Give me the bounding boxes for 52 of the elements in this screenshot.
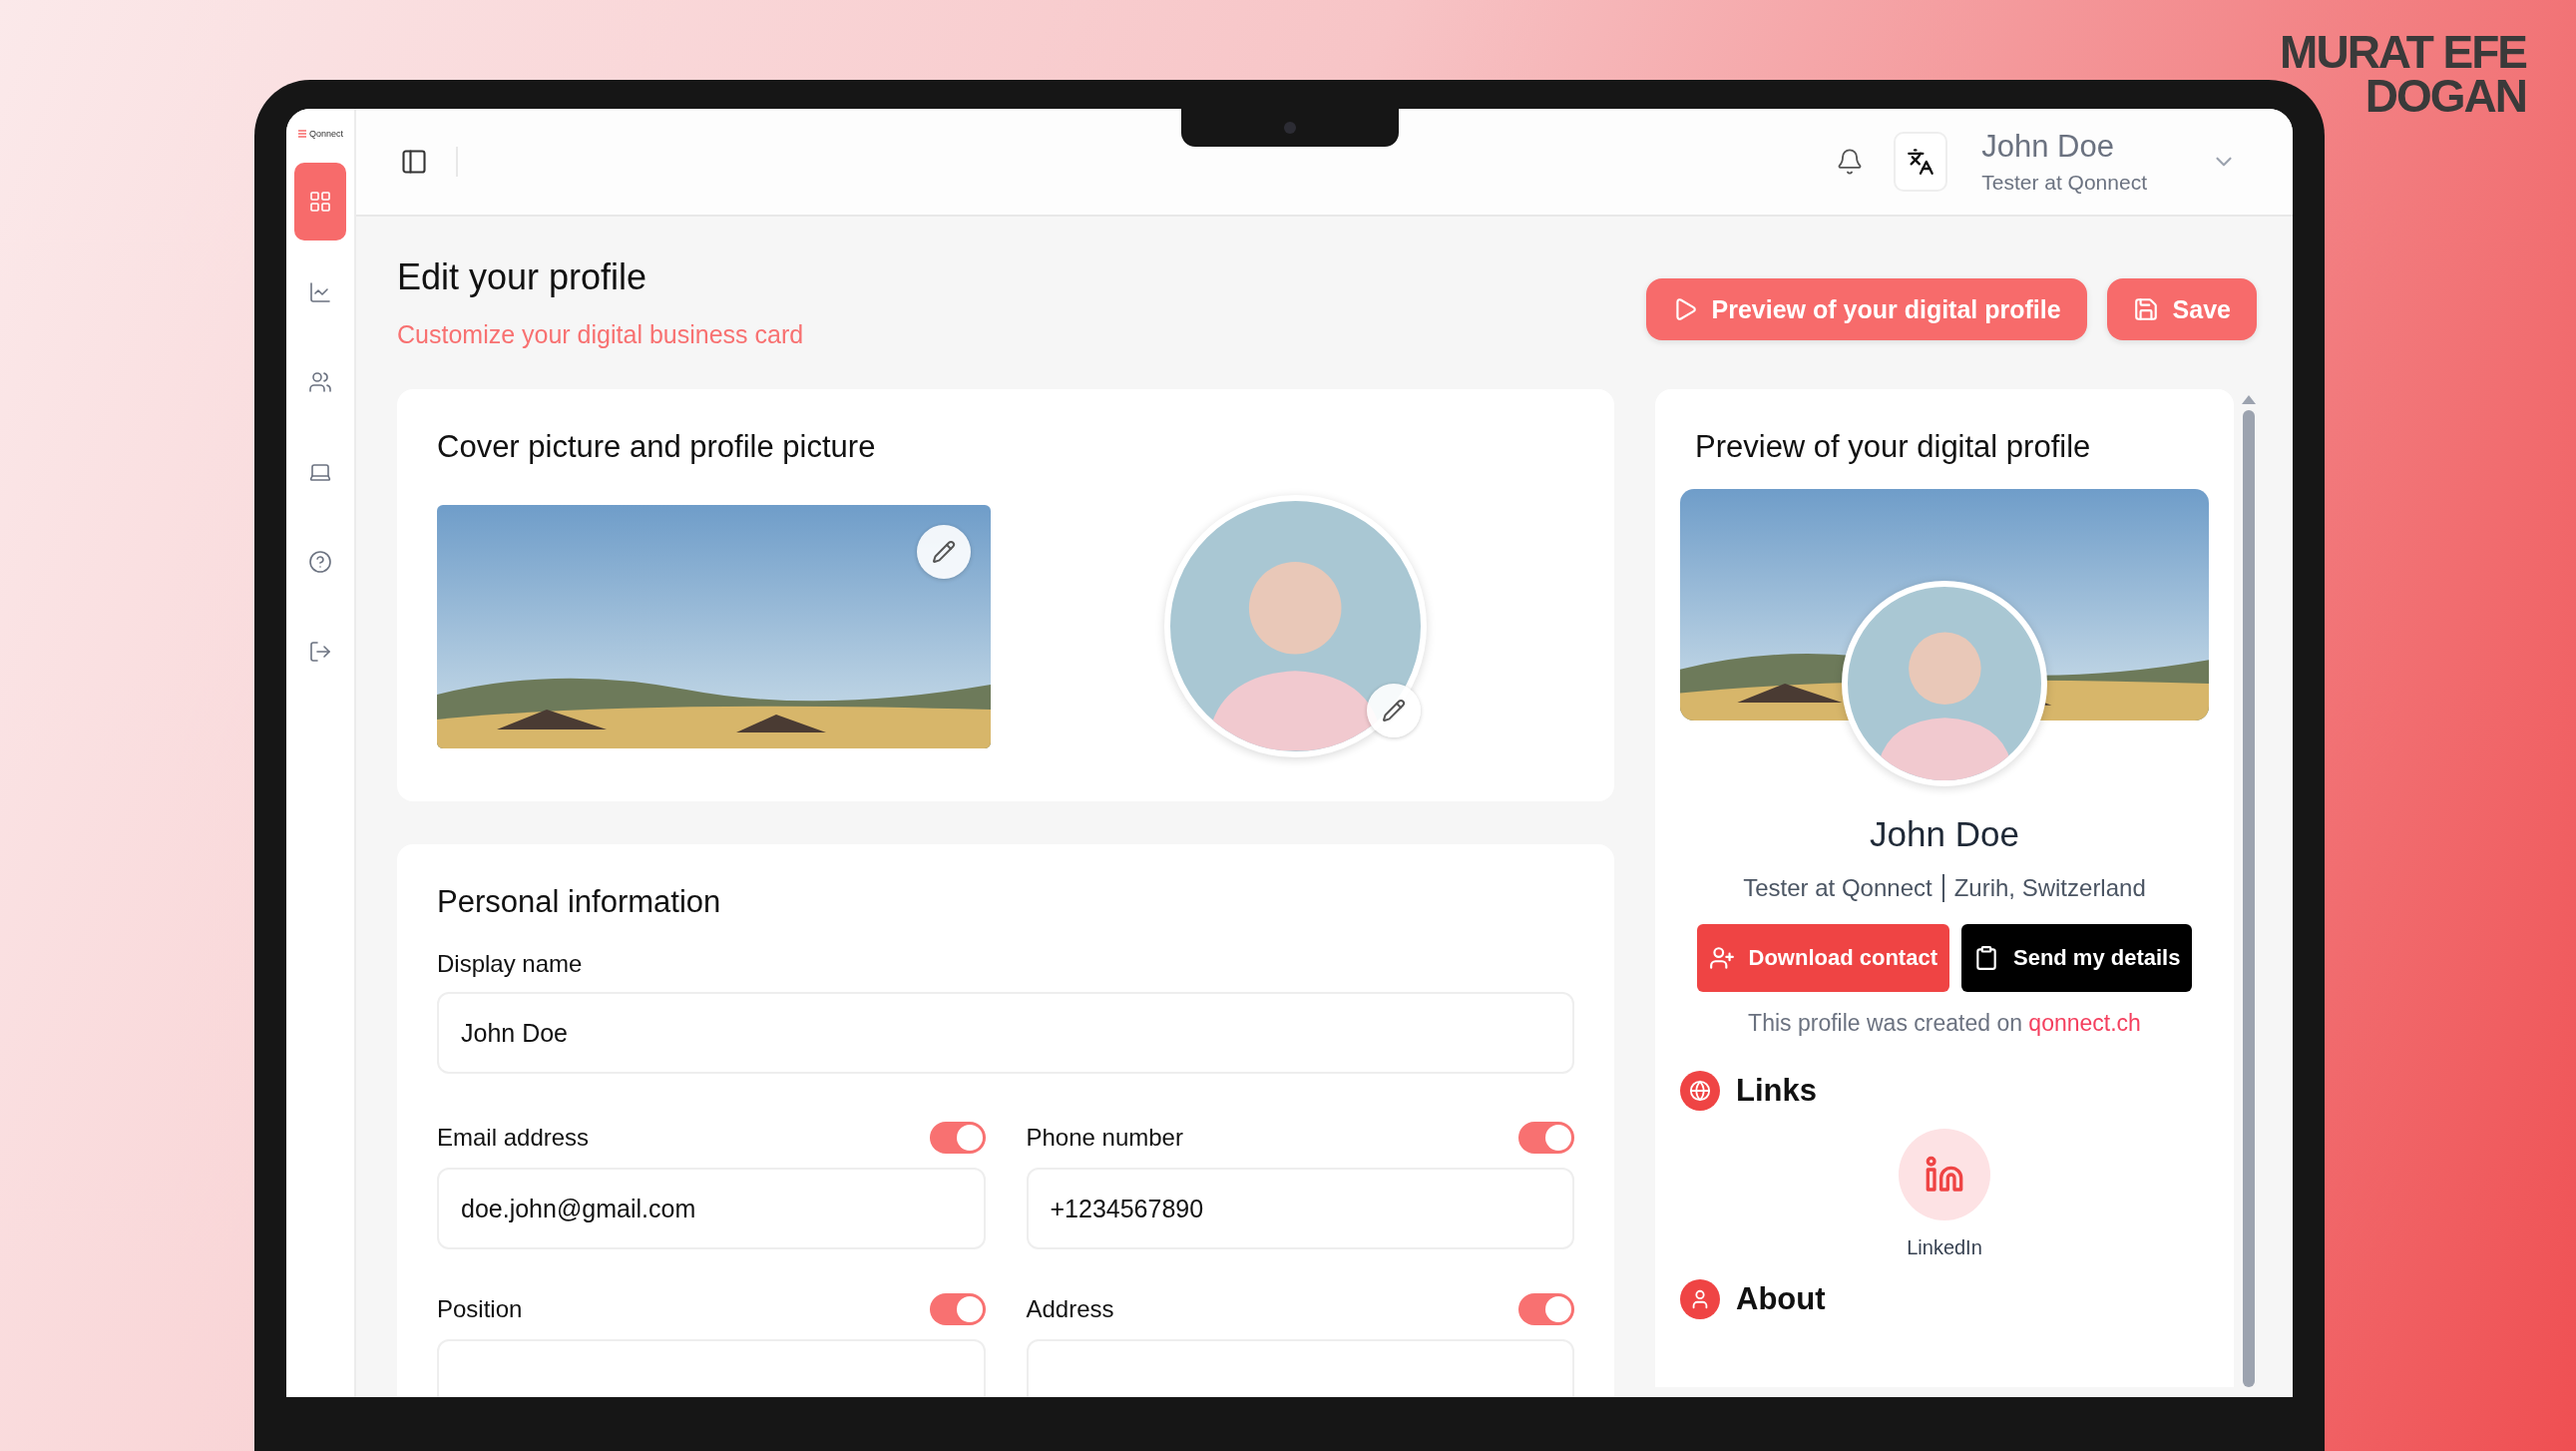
logo-icon bbox=[297, 129, 307, 139]
line-chart-icon bbox=[308, 280, 332, 304]
footer-text: This profile was created on qonnect.ch bbox=[1748, 1010, 2141, 1037]
profile-name: John Doe bbox=[1870, 814, 2019, 854]
visibility-toggle[interactable] bbox=[1518, 1122, 1574, 1154]
input-field[interactable]: John Doe bbox=[437, 992, 1574, 1074]
download-contact-button[interactable]: Download contact bbox=[1696, 924, 1949, 992]
field-label: Display name bbox=[437, 950, 583, 978]
linkedin-icon bbox=[1925, 1155, 1964, 1195]
input-field[interactable]: doe.john@gmail.com bbox=[437, 1168, 986, 1249]
card-title: Cover picture and profile picture bbox=[437, 429, 877, 465]
visibility-toggle[interactable] bbox=[1518, 1293, 1574, 1325]
user-name: John Doe bbox=[1981, 129, 2115, 165]
input-field[interactable]: +1234567890 bbox=[1026, 1168, 1574, 1249]
sidebar-panel-icon bbox=[400, 148, 428, 176]
field-label: Phone number bbox=[1026, 1124, 1183, 1152]
sidebar-button[interactable] bbox=[294, 163, 346, 241]
grid-icon bbox=[308, 190, 332, 214]
profile-location: Zurih, Switzerland bbox=[1953, 874, 2146, 902]
visibility-toggle[interactable] bbox=[929, 1122, 986, 1154]
field-label: Address bbox=[1026, 1295, 1114, 1323]
user-icon bbox=[1680, 1279, 1720, 1319]
user-role: Tester at Qonnect bbox=[1981, 171, 2147, 195]
field-label: Position bbox=[437, 1295, 523, 1323]
user-plus-icon bbox=[1708, 945, 1735, 971]
logout-icon bbox=[308, 640, 332, 664]
language-button[interactable] bbox=[1894, 132, 1948, 192]
page-subtitle: Customize your digital business card bbox=[397, 320, 804, 349]
author-mark: DOGAN bbox=[2364, 74, 2526, 118]
visibility-toggle[interactable] bbox=[929, 1293, 986, 1325]
link-label: LinkedIn bbox=[1907, 1236, 1982, 1259]
pencil-icon bbox=[932, 539, 956, 564]
pencil-icon bbox=[1382, 699, 1406, 723]
section-title: About bbox=[1736, 1281, 1826, 1317]
users-icon bbox=[308, 370, 332, 394]
globe-icon bbox=[1680, 1071, 1720, 1111]
edit-avatar-button[interactable] bbox=[1367, 684, 1421, 737]
logo-text: Qonnect bbox=[309, 129, 343, 139]
translate-icon bbox=[1907, 148, 1935, 176]
profile-role: Tester at Qonnect bbox=[1743, 874, 1932, 902]
section-title: Links bbox=[1736, 1073, 1817, 1109]
input-field[interactable] bbox=[437, 1339, 986, 1397]
page-title: Edit your profile bbox=[397, 256, 648, 298]
website-link[interactable]: qonnect.ch bbox=[2028, 1010, 2141, 1036]
send-details-button[interactable]: Send my details bbox=[1960, 924, 2193, 992]
help-icon bbox=[308, 550, 332, 574]
input-field[interactable] bbox=[1026, 1339, 1574, 1397]
author-mark: MURAT EFE bbox=[2280, 30, 2526, 74]
save-icon bbox=[2132, 296, 2159, 322]
card-title: Personal information bbox=[437, 884, 722, 920]
card-title: Preview of your digital profile bbox=[1694, 429, 2091, 465]
field-label: Email address bbox=[437, 1124, 590, 1152]
